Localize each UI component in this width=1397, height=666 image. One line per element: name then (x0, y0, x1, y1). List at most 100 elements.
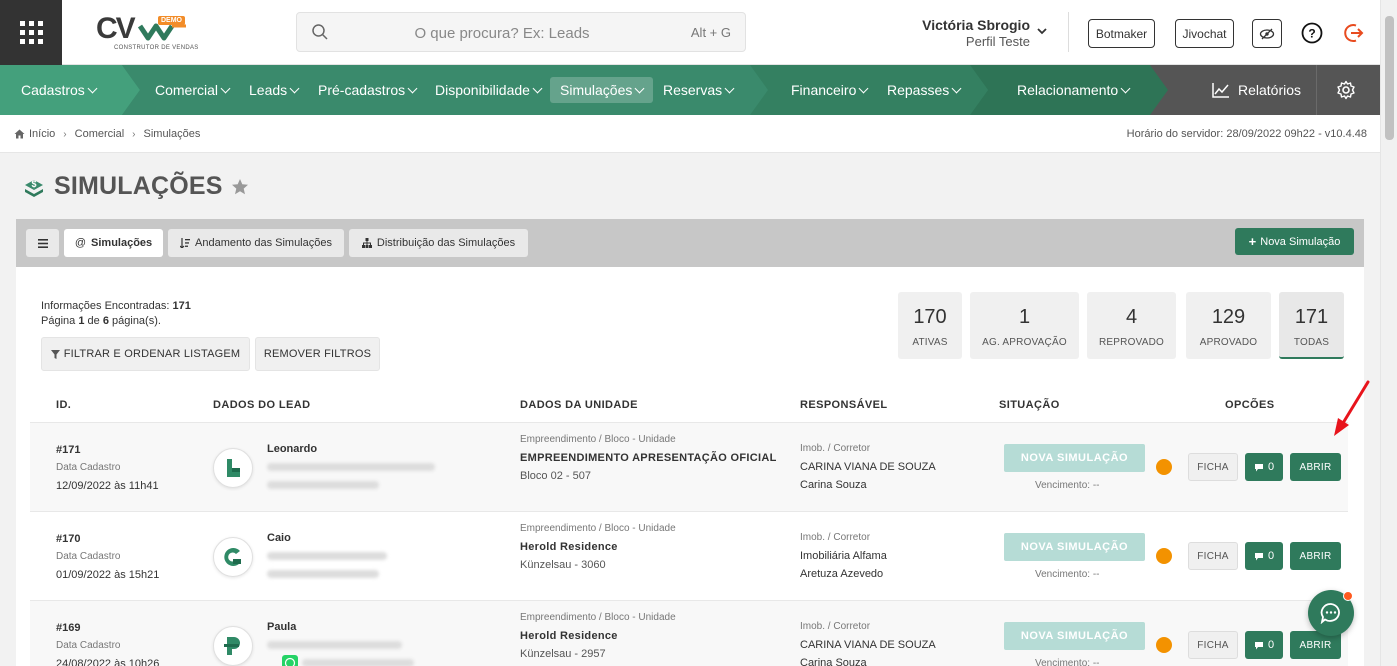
comment-icon (1254, 641, 1263, 649)
stat-aprovado[interactable]: 129 APROVADO (1186, 292, 1271, 359)
lead-logo-icon (224, 637, 240, 655)
logo[interactable]: CV DEMO CONSTRUTOR DE VENDAS (92, 12, 198, 54)
ficha-button[interactable]: FICHA (1188, 631, 1238, 659)
page-title: $ SIMULAÇÕES (22, 172, 249, 201)
nav-item-pre-cadastros[interactable]: Pré-cadastros (318, 65, 418, 115)
ficha-button[interactable]: FICHA (1188, 542, 1238, 570)
home-icon (14, 129, 25, 139)
comments-button[interactable]: 0 (1245, 542, 1283, 570)
annotation-arrow-icon (1334, 380, 1370, 436)
help-icon[interactable]: ? (1301, 22, 1323, 44)
nav-item-reservas[interactable]: Reservas (663, 65, 735, 115)
status-badge: NOVA SIMULAÇÃO (1004, 622, 1145, 650)
redacted-email (267, 552, 387, 560)
table-row: #169 Data Cadastro 24/08/2022 às 10h26 P… (30, 600, 1348, 666)
search-shortcut: Alt + G (690, 25, 731, 40)
apps-menu-button[interactable] (0, 0, 62, 65)
tab-andamento[interactable]: Andamento das Simulações (168, 229, 344, 257)
chevron-down-icon (407, 83, 418, 93)
money-stack-icon: $ (25, 179, 43, 197)
lead-logo-icon (227, 459, 240, 477)
comments-button[interactable]: 0 (1245, 631, 1283, 659)
star-icon[interactable] (231, 178, 249, 196)
chat-bubble-icon (1320, 603, 1340, 624)
column-header-lead: DADOS DO LEAD (213, 399, 311, 411)
chevron-down-icon (634, 83, 645, 93)
ficha-button[interactable]: FICHA (1188, 453, 1238, 481)
open-button[interactable]: ABRIR (1290, 542, 1341, 570)
table-row: #171 Data Cadastro 12/09/2022 às 11h41 L… (30, 422, 1348, 511)
privacy-toggle-button[interactable] (1252, 19, 1282, 48)
tab-simulacoes[interactable]: @ Simulações (64, 229, 163, 257)
open-button[interactable]: ABRIR (1290, 453, 1341, 481)
nav-item-financeiro[interactable]: Financeiro (791, 65, 869, 115)
nav-item-relatorios[interactable]: Relatórios (1212, 65, 1301, 115)
chevron-down-icon (87, 83, 98, 93)
chart-line-icon (1212, 83, 1229, 98)
breadcrumb-home[interactable]: Início (14, 128, 55, 140)
redacted-phone (267, 570, 379, 578)
tab-distribuicao[interactable]: Distribuição das Simulações (349, 229, 528, 257)
breadcrumb-comercial[interactable]: Comercial (75, 128, 125, 140)
nav-item-simulacoes[interactable]: Simulações (560, 65, 645, 115)
nav-item-comercial[interactable]: Comercial (155, 65, 231, 115)
comment-icon (1254, 552, 1263, 560)
nav-item-disponibilidade[interactable]: Disponibilidade (435, 65, 543, 115)
comments-button[interactable]: 0 (1245, 453, 1283, 481)
nav-item-repasses[interactable]: Repasses (887, 65, 962, 115)
breadcrumb: Início › Comercial › Simulações (14, 128, 200, 140)
whatsapp-icon[interactable] (282, 655, 298, 666)
divider (1068, 12, 1069, 52)
menu-toggle-button[interactable] (26, 229, 59, 257)
filter-icon (50, 349, 60, 359)
gear-icon[interactable] (1336, 80, 1356, 100)
remove-filters-button[interactable]: REMOVER FILTROS (255, 337, 380, 371)
chevron-right-icon: › (63, 128, 67, 140)
scrollbar-thumb[interactable] (1385, 16, 1394, 140)
notification-badge (1343, 591, 1353, 601)
page-heading: SIMULAÇÕES (54, 172, 223, 200)
search-input[interactable] (337, 19, 667, 47)
avatar (213, 626, 253, 666)
top-bar: CV DEMO CONSTRUTOR DE VENDAS Alt + G Vic… (0, 0, 1380, 65)
logout-icon[interactable] (1343, 22, 1365, 44)
stat-ag-aprovacao[interactable]: 1 AG. APROVAÇÃO (970, 292, 1079, 359)
stat-ativas[interactable]: 170 ATIVAS (898, 292, 962, 359)
chat-widget-button[interactable] (1308, 590, 1354, 636)
user-menu[interactable]: Victória Sbrogio Perfil Teste (880, 17, 1030, 49)
column-header-status: SITUAÇÃO (999, 399, 1060, 411)
new-simulation-button[interactable]: + Nova Simulação (1235, 228, 1354, 255)
nav-item-leads[interactable]: Leads (249, 65, 300, 115)
nav-item-cadastros[interactable]: Cadastros (21, 65, 98, 115)
search-box[interactable]: Alt + G (296, 12, 746, 52)
lead-name[interactable]: Caio (267, 532, 291, 544)
status-dot (1156, 637, 1172, 653)
lead-logo-icon (224, 548, 241, 566)
lead-name[interactable]: Leonardo (267, 443, 317, 455)
demo-badge: DEMO (158, 16, 185, 25)
panel-toolbar: @ Simulações Andamento das Simulações Di… (16, 219, 1364, 267)
sort-icon (180, 238, 191, 248)
chevron-right-icon: › (132, 128, 136, 140)
chevron-down-icon (724, 83, 735, 93)
column-header-id: ID. (56, 399, 72, 411)
user-profile: Perfil Teste (965, 34, 1030, 49)
lead-name[interactable]: Paula (267, 621, 296, 633)
breadcrumb-bar: Início › Comercial › Simulações Horário … (0, 115, 1380, 153)
stat-todas[interactable]: 171 TODAS (1279, 292, 1344, 359)
avatar (213, 448, 253, 488)
main-nav: Cadastros Comercial Leads Pré-cadastros … (0, 65, 1380, 115)
botmaker-button[interactable]: Botmaker (1088, 19, 1155, 48)
filter-sort-button[interactable]: FILTRAR E ORDENAR LISTAGEM (41, 337, 250, 371)
eye-slash-icon (1259, 28, 1275, 39)
stat-reprovado[interactable]: 4 REPROVADO (1087, 292, 1176, 359)
status-badge: NOVA SIMULAÇÃO (1004, 533, 1145, 561)
nav-item-relacionamento[interactable]: Relacionamento (1017, 65, 1131, 115)
jivochat-button[interactable]: Jivochat (1175, 19, 1234, 48)
page-scrollbar[interactable] (1380, 0, 1397, 666)
status-badge: NOVA SIMULAÇÃO (1004, 444, 1145, 472)
at-icon: @ (74, 237, 87, 249)
redacted-email (267, 463, 435, 471)
redacted-phone (302, 659, 414, 666)
chevron-down-icon[interactable] (1036, 26, 1048, 36)
